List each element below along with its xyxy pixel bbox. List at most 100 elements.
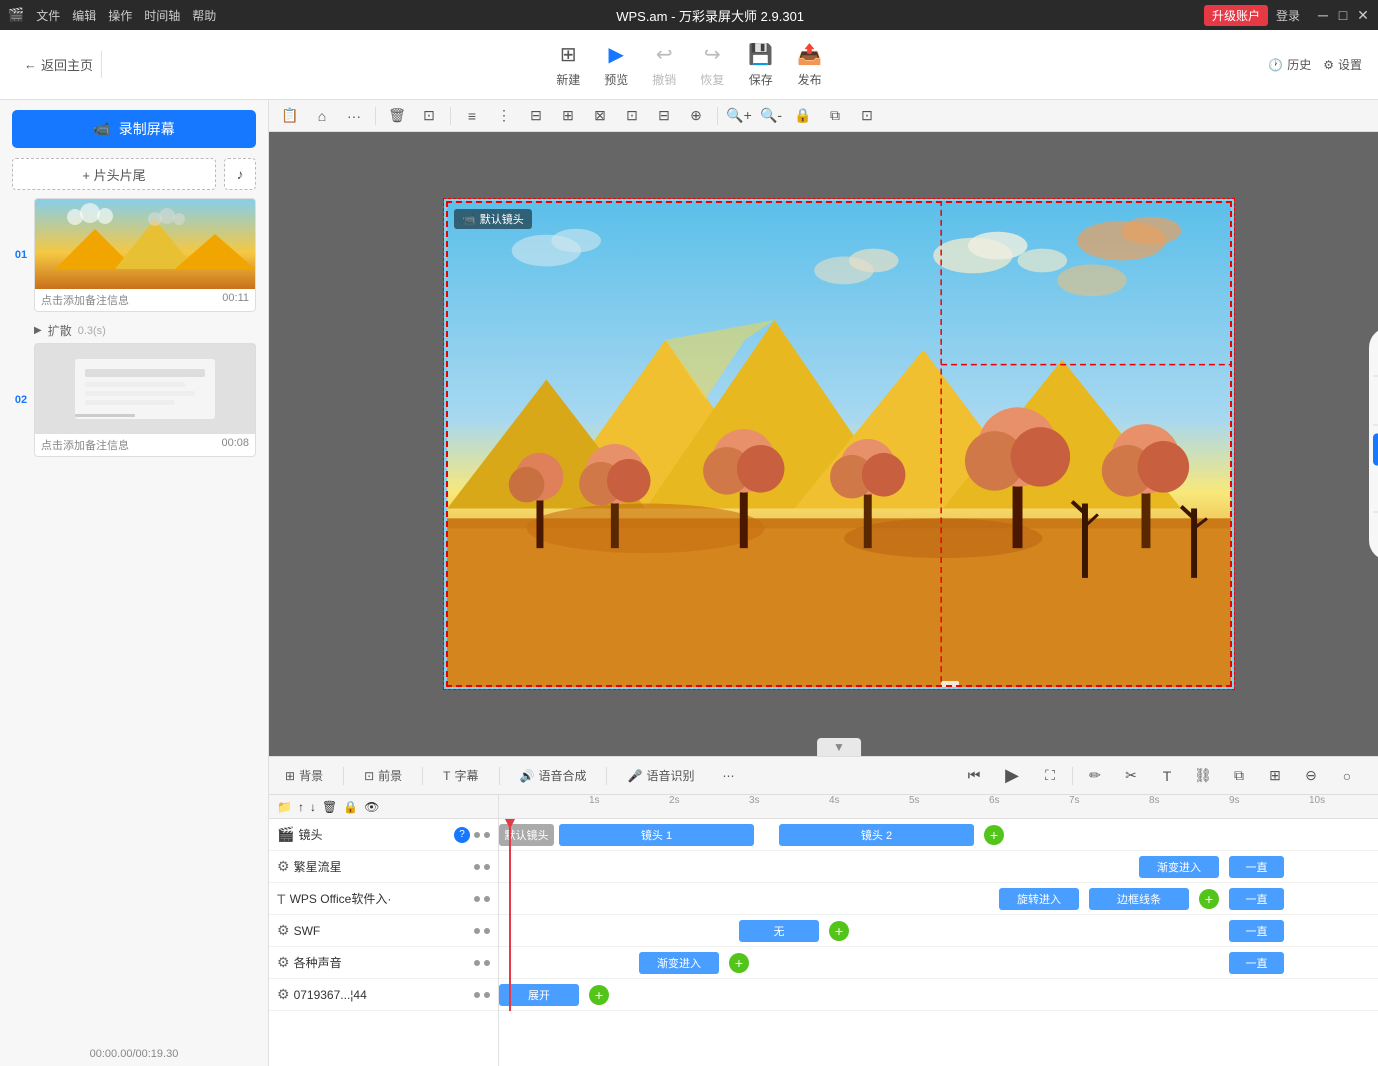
tl-audio-clip-2[interactable]: 一直 <box>1229 952 1284 974</box>
publish-button[interactable]: 📤 发布 <box>797 42 822 88</box>
tl-text-clip-1[interactable]: 旋转进入 <box>999 888 1079 910</box>
new-button[interactable]: ⊞ 新建 <box>556 42 580 88</box>
align-tool-6[interactable]: ⊡ <box>619 103 645 129</box>
home-tool[interactable]: ⌂ <box>309 103 335 129</box>
tl-clip-default[interactable]: 默认镜头 <box>499 824 554 846</box>
paste-tool[interactable]: 📋 <box>277 103 303 129</box>
maximize-button[interactable]: □ <box>1336 8 1350 22</box>
tl-extra-dot-1[interactable] <box>474 992 480 998</box>
tl-caption-btn[interactable]: T 字幕 <box>439 765 482 786</box>
back-button[interactable]: ← 返回主页 <box>16 51 102 78</box>
align-tool-8[interactable]: ⊕ <box>683 103 709 129</box>
lock-tool[interactable]: 🔒 <box>790 103 816 129</box>
tl-text-clip-2[interactable]: 边框线条 <box>1089 888 1189 910</box>
small-rect-tool[interactable]: ▪ <box>1373 472 1378 504</box>
music-button[interactable]: ♪ <box>224 158 256 190</box>
align-tool-3[interactable]: ⊟ <box>523 103 549 129</box>
tl-copy2-btn[interactable]: ⧉ <box>1225 762 1253 790</box>
window-controls[interactable]: ─ □ ✕ <box>1316 8 1370 22</box>
tl-audio-add-btn[interactable]: + <box>729 953 749 973</box>
tl-audio-dot-2[interactable] <box>484 960 490 966</box>
tl-edit-btn[interactable]: ✏ <box>1081 762 1109 790</box>
menu-help[interactable]: 帮助 <box>192 7 216 24</box>
tl-background-btn[interactable]: ⊞ 背景 <box>281 765 327 786</box>
menu-bar[interactable]: 🎬 文件 编辑 操作 时间轴 帮助 <box>8 7 216 24</box>
collapse-handle[interactable]: ▼ <box>817 738 861 756</box>
tl-swf-clip-1[interactable]: 无 <box>739 920 819 942</box>
crop-tool[interactable]: ⊡ <box>416 103 442 129</box>
tl-circle-btn[interactable]: ○ <box>1333 762 1361 790</box>
tl-stars-clip-2[interactable]: 一直 <box>1229 856 1284 878</box>
delete-tool[interactable]: 🗑 <box>384 103 410 129</box>
clip-content-1[interactable]: 点击添加备注信息 00:11 <box>34 198 256 312</box>
tl-play-btn[interactable]: ▶ <box>996 760 1028 792</box>
zoom-out-tool[interactable]: 🔍- <box>758 103 784 129</box>
tl-text-clip-3[interactable]: 一直 <box>1229 888 1284 910</box>
tl-fullscreen-btn[interactable]: ⛶ <box>1036 762 1064 790</box>
login-button[interactable]: 登录 <box>1276 7 1300 24</box>
tl-text-btn[interactable]: T <box>1153 762 1181 790</box>
menu-file[interactable]: 文件 <box>36 7 60 24</box>
rect-tool[interactable]: ▬ <box>1373 434 1378 466</box>
save-button[interactable]: 💾 保存 <box>748 42 773 88</box>
more-tool[interactable]: ··· <box>341 103 367 129</box>
tl-text-dot-2[interactable] <box>484 896 490 902</box>
tl-link-btn[interactable]: ⛓ <box>1189 762 1217 790</box>
menu-timeline[interactable]: 时间轴 <box>144 7 180 24</box>
tl-more-btn[interactable]: ⋯ <box>718 767 738 785</box>
fullscreen-tool[interactable]: ⛶ <box>1373 336 1378 368</box>
minimize-button[interactable]: ─ <box>1316 8 1330 22</box>
lock-right-tool[interactable]: 🔒 <box>1373 385 1378 417</box>
clip-content-2[interactable]: 点击添加备注信息 00:08 <box>34 343 256 457</box>
tl-swf-add-btn[interactable]: + <box>829 921 849 941</box>
settings-button[interactable]: ⚙ 设置 <box>1323 56 1362 73</box>
upgrade-button[interactable]: 升级账户 <box>1204 5 1268 26</box>
tl-stars-dot-2[interactable] <box>484 864 490 870</box>
tl-asr-btn[interactable]: 🎤 语音识别 <box>623 765 698 786</box>
tl-audio-dot-1[interactable] <box>474 960 480 966</box>
menu-operate[interactable]: 操作 <box>108 7 132 24</box>
tl-scissors-btn[interactable]: ✂ <box>1117 762 1145 790</box>
tl-minus-btn[interactable]: ⊖ <box>1297 762 1325 790</box>
tl-grid-btn[interactable]: ⊞ <box>1261 762 1289 790</box>
menu-edit[interactable]: 编辑 <box>72 7 96 24</box>
tl-stars-dot-1[interactable] <box>474 864 480 870</box>
more-right-tool[interactable]: ··· <box>1373 521 1378 553</box>
zoom-in-tool[interactable]: 🔍+ <box>726 103 752 129</box>
tl-text-add-btn[interactable]: + <box>1199 889 1219 909</box>
align-tool-5[interactable]: ⊠ <box>587 103 613 129</box>
tl-swf-dot-2[interactable] <box>484 928 490 934</box>
add-media-button[interactable]: + 片头片尾 <box>12 158 216 190</box>
tl-camera-add-btn[interactable]: + <box>984 825 1004 845</box>
close-button[interactable]: ✕ <box>1356 8 1370 22</box>
tl-camera-badge[interactable]: ? <box>454 827 470 843</box>
tl-camera-dot-2[interactable] <box>484 832 490 838</box>
align-tool-7[interactable]: ⊟ <box>651 103 677 129</box>
history-button[interactable]: 🕐 历史 <box>1268 56 1311 73</box>
tl-extra-clip-1[interactable]: 展开 <box>499 984 579 1006</box>
tl-foreground-btn[interactable]: ⊡ 前景 <box>360 765 406 786</box>
tl-clip-shot1[interactable]: 镜头 1 <box>559 824 754 846</box>
preview-button[interactable]: ▶ 预览 <box>604 42 628 88</box>
transition-1[interactable]: ▶ 扩散 0.3(s) <box>12 320 256 343</box>
tl-extra-add-btn[interactable]: + <box>589 985 609 1005</box>
record-button[interactable]: 📹 录制屏幕 <box>12 110 256 148</box>
undo-button[interactable]: ↩ 撤销 <box>652 42 676 88</box>
tl-rewind-btn[interactable]: ⏮ <box>960 762 988 790</box>
tl-stars-clip-1[interactable]: 渐变进入 <box>1139 856 1219 878</box>
tl-audio-clip-1[interactable]: 渐变进入 <box>639 952 719 974</box>
align-tool-4[interactable]: ⊞ <box>555 103 581 129</box>
tl-swf-clip-2[interactable]: 一直 <box>1229 920 1284 942</box>
tl-clip-shot2[interactable]: 镜头 2 <box>779 824 974 846</box>
align-center-tool[interactable]: ⋮ <box>491 103 517 129</box>
tl-plus-btn[interactable]: ⊕ <box>1369 762 1378 790</box>
align-left-tool[interactable]: ≡ <box>459 103 485 129</box>
copy-tool[interactable]: ⧉ <box>822 103 848 129</box>
tl-swf-dot-1[interactable] <box>474 928 480 934</box>
paste-special-tool[interactable]: ⊡ <box>854 103 880 129</box>
tl-tts-btn[interactable]: 🔊 语音合成 <box>516 765 591 786</box>
tl-camera-dot-1[interactable] <box>474 832 480 838</box>
redo-button[interactable]: ↪ 恢复 <box>700 42 724 88</box>
tl-text-dot-1[interactable] <box>474 896 480 902</box>
tl-extra-dot-2[interactable] <box>484 992 490 998</box>
